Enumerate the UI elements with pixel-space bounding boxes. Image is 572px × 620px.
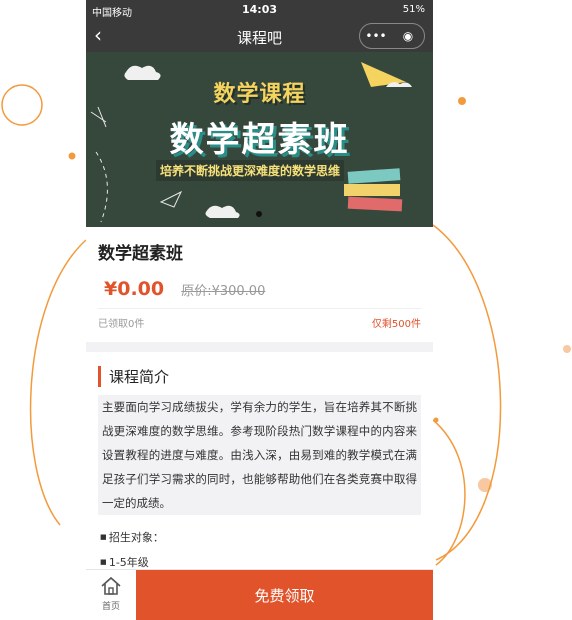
banner-subject-heading: 数学课程 — [213, 82, 306, 107]
remaining-count: 仅剩500件 — [371, 319, 421, 330]
claimed-count: 已领取0件 — [98, 319, 145, 330]
home-tab[interactable]: 首页 — [86, 570, 136, 620]
free-claim-button[interactable]: 免费领取 — [136, 570, 433, 620]
course-intro-text: 主要面向学习成绩拔尖，学有余力的学生，旨在培养其不断挑战更深难度的数学思维。参考… — [98, 395, 421, 515]
price-row: ¥0.00 原价:¥300.00 — [86, 270, 433, 308]
more-icon[interactable]: ••• — [360, 29, 392, 43]
status-bar: 中国移动 14:03 51% — [86, 0, 433, 20]
battery-label: 51% — [402, 4, 425, 15]
current-price: ¥0.00 — [104, 278, 165, 300]
list-item: 招生对象： — [100, 525, 421, 550]
course-banner: 数学课程 数学超素班 培养不断挑战更深难度的数学思维 — [86, 52, 433, 227]
home-label: 首页 — [101, 602, 120, 612]
phone-screen: 中国移动 14:03 51% ‹ 课程吧 ••• ◉ 数学课程 数学超素班 培养… — [86, 0, 433, 620]
bottom-action-bar: 首页 免费领取 — [86, 569, 433, 620]
banner-course-name: 数学超素班 — [169, 120, 350, 160]
original-price: 原价:¥300.00 — [181, 284, 266, 299]
banner-slogan: 培养不断挑战更深难度的数学思维 — [156, 160, 345, 181]
stock-info: 已领取0件 仅剩500件 — [98, 308, 421, 336]
home-icon — [101, 576, 121, 595]
section-heading: 课程简介 — [98, 366, 421, 387]
section-divider — [86, 342, 433, 352]
mini-program-capsule: ••• ◉ — [359, 23, 425, 49]
bullet-list: 招生对象： 1-5年级 — [100, 525, 421, 575]
close-target-icon[interactable]: ◉ — [392, 29, 424, 43]
product-title: 数学超素班 — [98, 244, 183, 264]
clock: 14:03 — [241, 3, 277, 16]
nav-bar: ‹ 课程吧 ••• ◉ — [86, 20, 433, 52]
